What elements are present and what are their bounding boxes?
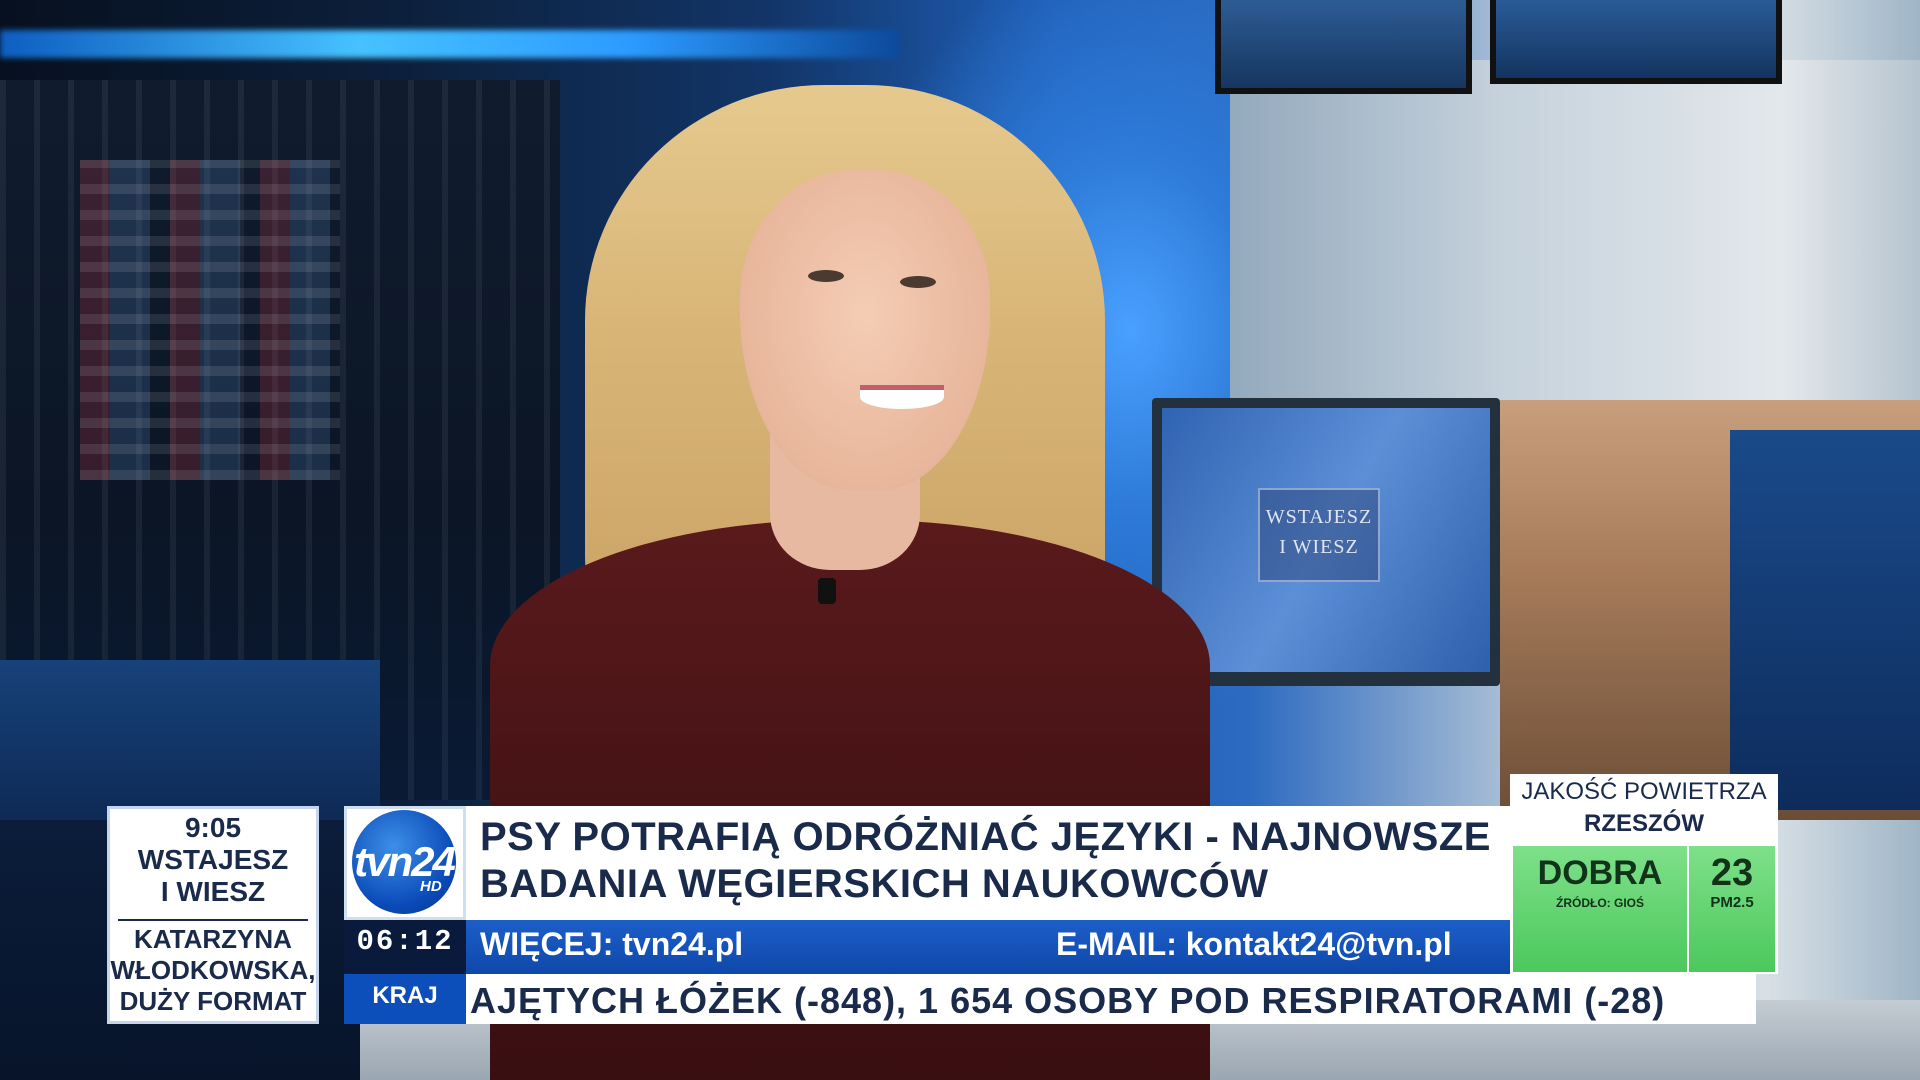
- on-air-clock: 06:12: [356, 925, 454, 958]
- ceiling-light: [0, 30, 900, 58]
- headline: PSY POTRAFIĄ ODRÓŻNIAĆ JĘZYKI - NAJNOWSZ…: [480, 814, 1500, 908]
- program-name-line2: I WIESZ: [160, 876, 266, 907]
- monitor-logo-line2: I WIESZ: [1279, 536, 1359, 558]
- guest-name-line1: KATARZYNA: [134, 924, 292, 954]
- guest-smile: [860, 385, 944, 409]
- program-name: WSTAJESZ I WIESZ: [110, 844, 316, 908]
- air-quality-source: ŹRÓDŁO: GIOŚ: [1556, 896, 1644, 910]
- monitor-program-logo: WSTAJESZ I WIESZ: [1258, 488, 1380, 582]
- ceiling-monitor: [1490, 0, 1782, 84]
- program-name-line1: WSTAJESZ: [137, 844, 289, 875]
- air-quality-title: JAKOŚĆ POWIETRZA: [1521, 778, 1767, 805]
- ceiling-monitor: [1215, 0, 1472, 94]
- guest-name-line3: DUŻY FORMAT: [119, 986, 307, 1016]
- guest-name-line2: WŁODKOWSKA,: [110, 955, 316, 985]
- guest-eye: [900, 276, 936, 288]
- program-divider: [118, 919, 308, 921]
- website-info: WIĘCEJ: tvn24.pl: [480, 926, 744, 962]
- blue-panel: [1730, 430, 1920, 810]
- air-quality-rating: DOBRA: [1537, 854, 1663, 892]
- news-ticker-text: AJĘTYCH ŁÓŻEK (-848), 1 654 OSOBY POD RE…: [470, 980, 1666, 1021]
- program-time: 9:05: [184, 812, 242, 843]
- air-quality-city: RZESZÓW: [1584, 810, 1704, 837]
- left-desk: [0, 660, 380, 820]
- channel-hd-badge: HD: [420, 878, 442, 895]
- right-window-area: [1230, 60, 1920, 420]
- air-quality-value: 23: [1710, 852, 1754, 894]
- guest-face: [740, 170, 990, 490]
- video-wall: [80, 160, 340, 480]
- headline-line1: PSY POTRAFIĄ ODRÓŻNIAĆ JĘZYKI - NAJNOWSZ…: [480, 815, 1491, 859]
- monitor-logo-line1: WSTAJESZ: [1265, 506, 1373, 528]
- guest-caption: KATARZYNA WŁODKOWSKA, DUŻY FORMAT: [110, 924, 316, 1017]
- email-info: E-MAIL: kontakt24@tvn.pl: [1056, 926, 1452, 962]
- headline-line2: BADANIA WĘGIERSKICH NAUKOWCÓW: [480, 862, 1269, 906]
- air-quality-unit: PM2.5: [1710, 894, 1754, 911]
- guest-eye: [808, 270, 844, 282]
- lavalier-microphone: [818, 578, 836, 604]
- ticker-section-label: KRAJ: [372, 982, 438, 1009]
